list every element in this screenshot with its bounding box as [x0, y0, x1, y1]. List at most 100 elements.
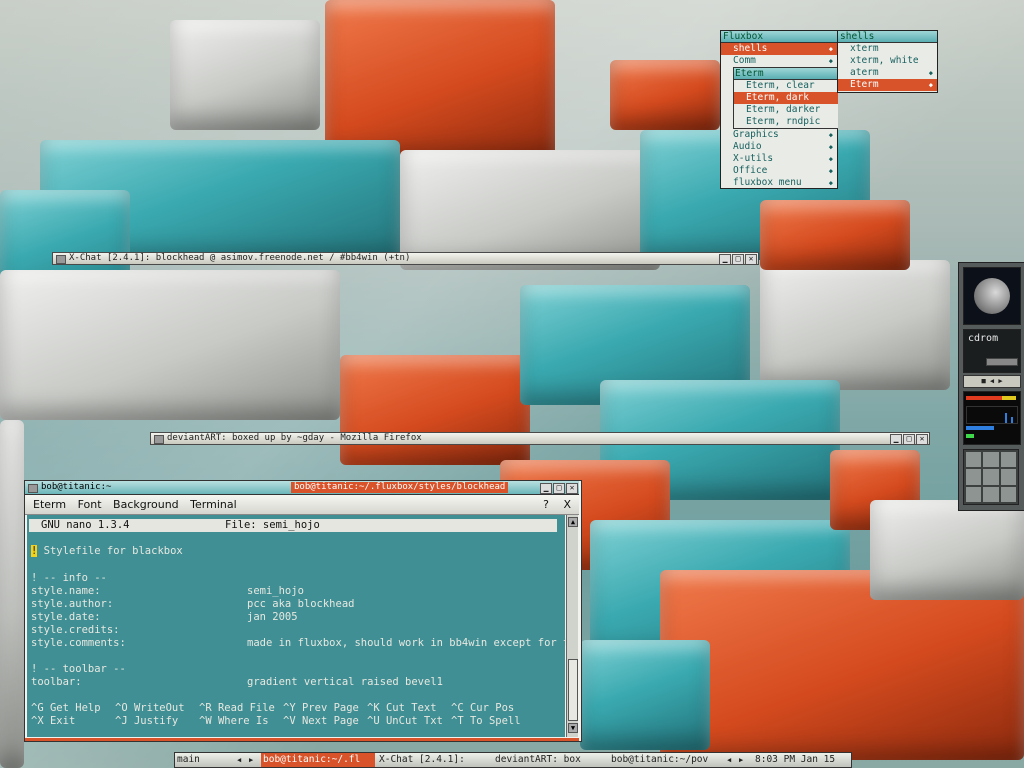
menu-item-x-utils[interactable]: X-utils ◆ — [721, 153, 837, 165]
shortcut[interactable]: ^V Next Page — [283, 715, 359, 728]
menubar-close-button[interactable]: X — [563, 495, 571, 514]
pager-desktop[interactable] — [983, 452, 999, 468]
editor-line-text: Stylefile for blackbox — [43, 545, 183, 557]
menu-item-audio[interactable]: Audio ◆ — [721, 141, 837, 153]
terminal-titlebar[interactable]: bob@titanic:~ bob@titanic:~/.fluxbox/sty… — [25, 481, 579, 495]
maximize-icon[interactable]: □ — [732, 254, 744, 264]
window-next-icon[interactable]: ▶ — [737, 753, 749, 767]
shortcut-key: ^W — [199, 715, 212, 727]
shortcut-key: ^K — [367, 702, 380, 714]
task-terminal-pov[interactable]: bob@titanic:~/pov — [609, 753, 723, 767]
shortcut[interactable]: ^C Cur Pos — [451, 702, 514, 715]
close-icon[interactable]: ✕ — [916, 434, 928, 444]
task-terminal[interactable]: bob@titanic:~/.fl — [261, 753, 375, 767]
terminal-scrollbar[interactable]: ▲ ▼ — [566, 515, 578, 737]
shortcut-label: Prev Page — [301, 702, 359, 714]
play-icon[interactable]: ▶ — [998, 377, 1002, 385]
menu-item-aterm[interactable]: aterm ◆ — [838, 67, 937, 79]
menu-item-xterm[interactable]: xterm — [838, 43, 937, 55]
stop-icon[interactable]: ■ — [981, 377, 985, 385]
menu-eterm[interactable]: Eterm — [33, 498, 66, 511]
menu-item-office[interactable]: Office ◆ — [721, 165, 837, 177]
shortcut[interactable]: ^U UnCut Txt — [367, 715, 443, 728]
shortcut[interactable]: ^R Read File — [199, 702, 275, 715]
menu-item-comm[interactable]: Comm ◆ — [721, 55, 837, 67]
scroll-up-icon[interactable]: ▲ — [568, 517, 578, 527]
menu-background[interactable]: Background — [113, 498, 179, 511]
style-key: toolbar: — [31, 676, 82, 688]
menu-item-label: fluxbox menu — [733, 177, 802, 188]
shortcut-label: To Spell — [469, 715, 521, 727]
cdrom-dockapp[interactable]: cdrom — [963, 329, 1021, 373]
prev-icon[interactable]: ◀ — [990, 377, 994, 385]
submenu-arrow-icon: ◆ — [828, 167, 833, 175]
shortcut-label: Get Help — [49, 702, 101, 714]
help-button[interactable]: ? — [543, 495, 549, 514]
pager-desktop[interactable] — [966, 469, 982, 485]
pager-desktop[interactable] — [1000, 469, 1016, 485]
pager-desktop[interactable] — [983, 469, 999, 485]
minimize-icon[interactable]: ▁ — [719, 254, 731, 264]
style-value: made in fluxbox, should work in bb4win e… — [247, 637, 576, 649]
terminal-title: bob@titanic:~ — [41, 482, 112, 492]
minimize-icon[interactable]: ▁ — [540, 483, 552, 494]
menu-item-eterm-rndpic[interactable]: Eterm, rndpic — [734, 116, 838, 128]
shortcut[interactable]: ^J Justify — [115, 715, 178, 728]
shortcut[interactable]: ^K Cut Text — [367, 702, 437, 715]
maximize-icon[interactable]: □ — [553, 483, 565, 494]
menu-item-label: xterm — [850, 43, 879, 54]
eterm-window: bob@titanic:~ bob@titanic:~/.fluxbox/sty… — [24, 480, 582, 742]
workspace-name[interactable]: main — [175, 753, 235, 767]
maximize-icon[interactable]: □ — [903, 434, 915, 444]
shortcut[interactable]: ^O WriteOut — [115, 702, 185, 715]
terminal-screen[interactable]: GNU nano 1.3.4 File: semi_hojo ! Stylefi… — [27, 515, 576, 737]
task-xchat[interactable]: X-Chat [2.4.1]: — [377, 753, 487, 767]
shortcut[interactable]: ^G Get Help — [31, 702, 101, 715]
clock: 8:03 PM Jan 15 — [755, 754, 836, 765]
eterm-submenu: Eterm Eterm, clear Eterm, dark Eterm, da… — [733, 67, 838, 129]
pager-desktop[interactable] — [983, 486, 999, 502]
shortcut[interactable]: ^Y Prev Page — [283, 702, 359, 715]
window-menu-icon[interactable] — [28, 484, 38, 493]
menu-item-eterm[interactable]: Eterm ◆ — [838, 79, 937, 91]
pager-desktop[interactable] — [1000, 486, 1016, 502]
shortcut[interactable]: ^X Exit — [31, 715, 75, 728]
scroll-down-icon[interactable]: ▼ — [568, 723, 578, 733]
menu-item-shells[interactable]: shells ◆ — [721, 43, 837, 55]
menu-item-label: Audio — [733, 141, 762, 152]
pager-dockapp[interactable] — [963, 449, 1019, 505]
menu-item-xterm-white[interactable]: xterm, white — [838, 55, 937, 67]
window-prev-icon[interactable]: ◀ — [725, 753, 737, 767]
pager-desktop[interactable] — [966, 452, 982, 468]
minimize-icon[interactable]: ▁ — [890, 434, 902, 444]
pager-desktop[interactable] — [1000, 452, 1016, 468]
pager-desktop[interactable] — [966, 486, 982, 502]
swap-meter — [966, 434, 974, 438]
scrollbar-thumb[interactable] — [568, 659, 578, 721]
menu-item-eterm-dark[interactable]: Eterm, dark — [734, 92, 838, 104]
menu-item-fluxbox-menu[interactable]: fluxbox menu ◆ — [721, 177, 837, 189]
shortcut[interactable]: ^W Where Is — [199, 715, 269, 728]
moon-phase-dockapp[interactable] — [963, 267, 1021, 325]
firefox-window-titlebar[interactable]: deviantART: boxed up by ~gday - Mozilla … — [150, 432, 930, 445]
cd-controls[interactable]: ■ ◀ ▶ — [963, 375, 1021, 388]
window-menu-icon[interactable] — [56, 255, 66, 264]
workspace-next-icon[interactable]: ▶ — [247, 753, 259, 767]
submenu-title: Eterm — [734, 68, 838, 80]
menu-item-eterm-clear[interactable]: Eterm, clear — [734, 80, 838, 92]
menu-item-graphics[interactable]: Graphics ◆ — [721, 129, 837, 141]
xchat-window-titlebar[interactable]: X-Chat [2.4.1]: blockhead @ asimov.freen… — [52, 252, 759, 265]
menu-font[interactable]: Font — [78, 498, 102, 511]
shortcut[interactable]: ^T To Spell — [451, 715, 521, 728]
wallpaper-block — [0, 420, 24, 768]
menu-item-eterm-darker[interactable]: Eterm, darker — [734, 104, 838, 116]
close-icon[interactable]: ✕ — [745, 254, 757, 264]
task-firefox[interactable]: deviantART: box — [493, 753, 605, 767]
close-icon[interactable]: ✕ — [566, 483, 578, 494]
workspace-prev-icon[interactable]: ◀ — [235, 753, 247, 767]
menu-terminal[interactable]: Terminal — [190, 498, 237, 511]
editor-line: ! Stylefile for blackbox — [31, 545, 183, 558]
terminal-bottom-border — [25, 738, 579, 741]
menu-item-label: Office — [733, 165, 768, 176]
window-menu-icon[interactable] — [154, 435, 164, 444]
